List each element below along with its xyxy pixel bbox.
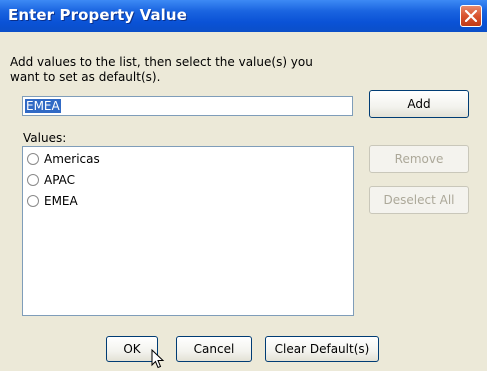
add-button[interactable]: Add [369,90,469,118]
selected-input-text: EMEA [25,99,61,113]
mouse-cursor-icon [151,349,165,369]
values-list[interactable]: Americas APAC EMEA [22,146,354,316]
title-bar[interactable]: Enter Property Value [0,0,487,32]
deselect-all-button[interactable]: Deselect All [369,186,469,214]
radio-button[interactable] [27,174,39,186]
radio-button[interactable] [27,195,39,207]
values-label: Values: [23,131,67,145]
remove-button[interactable]: Remove [369,145,469,173]
cancel-button[interactable]: Cancel [176,336,252,362]
list-item-label: EMEA [44,194,78,208]
dialog-window: Enter Property Value Add values to the l… [0,0,487,371]
list-item-label: APAC [44,173,76,187]
dialog-title: Enter Property Value [8,6,187,24]
clear-defaults-button[interactable]: Clear Default(s) [265,336,379,362]
list-item-label: Americas [44,152,100,166]
instruction-text: Add values to the list, then select the … [10,55,313,84]
value-input[interactable]: EMEA [22,96,353,116]
close-button[interactable] [460,5,482,27]
radio-button[interactable] [27,153,39,165]
close-icon [465,10,477,22]
